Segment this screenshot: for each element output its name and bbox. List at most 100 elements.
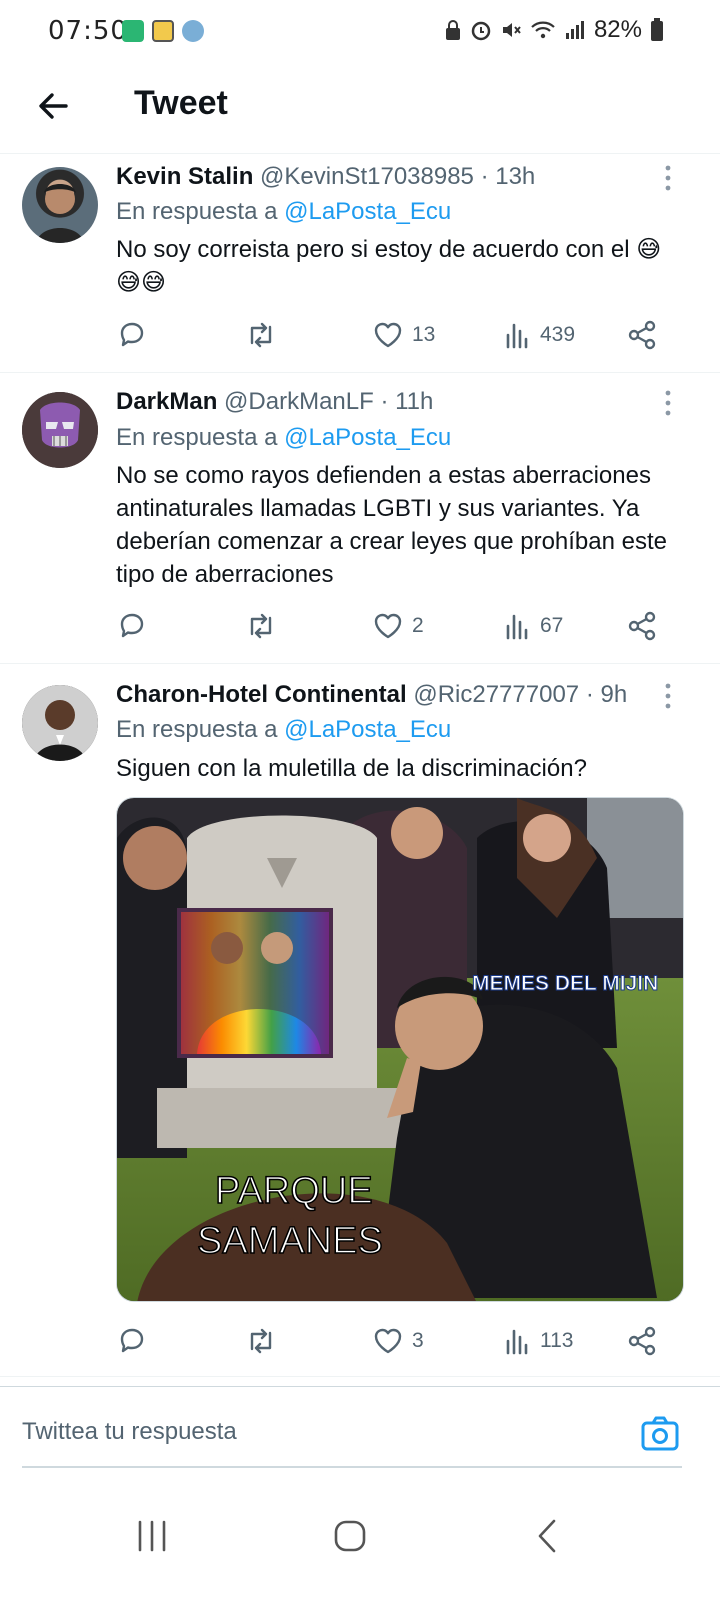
mute-icon	[502, 23, 521, 37]
battery-icon	[651, 18, 663, 41]
reply-to-link[interactable]: @LaPosta_Ecu	[284, 424, 451, 451]
alarm-icon	[471, 21, 491, 41]
reply-button[interactable]	[116, 1321, 148, 1361]
app-notification-icon	[122, 20, 144, 42]
share-icon	[628, 1326, 656, 1356]
meme-caption-line-1: PARQUE	[215, 1170, 373, 1212]
heart-icon	[374, 322, 402, 348]
like-button[interactable]: 3	[372, 1321, 424, 1361]
tweet-media-image[interactable]: MEMES DEL MIJIN PARQUE SAMANES	[116, 797, 684, 1302]
arrow-left-icon[interactable]	[32, 84, 76, 128]
tweet-header: Kevin Stalin @KevinSt17038985 · 13h	[116, 163, 660, 191]
reply-input[interactable]: Twittea tu respuesta	[22, 1418, 602, 1446]
drone-icon	[182, 20, 204, 42]
reply-context: En respuesta a @LaPosta_Ecu	[116, 716, 451, 744]
author-name[interactable]: Charon-Hotel Continental	[116, 681, 407, 708]
views-button[interactable]: 439	[504, 315, 575, 355]
heart-icon	[374, 613, 402, 639]
reply-context: En respuesta a @LaPosta_Ecu	[116, 424, 451, 452]
tweet-time: · 13h	[480, 163, 536, 190]
page-title: Tweet	[134, 84, 228, 122]
view-count: 113	[540, 1329, 574, 1352]
tweet-reply[interactable]: DarkMan @DarkManLF · 11h En respuesta a …	[0, 374, 720, 664]
lock-icon	[445, 20, 460, 40]
retweet-button[interactable]	[244, 1321, 278, 1361]
wifi-icon	[531, 21, 555, 39]
reply-to-link[interactable]: @LaPosta_Ecu	[284, 198, 451, 225]
tweet-text: No soy correista pero si estoy de acuerd…	[116, 236, 662, 296]
reply-to-link[interactable]: @LaPosta_Ecu	[284, 716, 451, 743]
status-right: 82%	[444, 16, 664, 44]
share-button[interactable]	[626, 1321, 658, 1361]
retweet-button[interactable]	[244, 315, 278, 355]
home-icon[interactable]	[320, 1506, 380, 1566]
views-button[interactable]: 113	[504, 1321, 573, 1361]
reply-prefix: En respuesta a	[116, 198, 278, 225]
author-handle[interactable]: @DarkManLF	[224, 388, 374, 415]
heart-icon	[374, 1328, 402, 1354]
reply-button[interactable]	[116, 315, 148, 355]
author-name[interactable]: DarkMan	[116, 388, 217, 415]
meme-caption-line-2: SAMANES	[197, 1220, 383, 1262]
reply-button[interactable]	[116, 606, 148, 646]
like-count: 3	[412, 1329, 424, 1352]
tweet-header: DarkMan @DarkManLF · 11h	[116, 388, 660, 416]
tweet-time: · 11h	[380, 388, 434, 415]
reply-icon	[120, 322, 144, 347]
battery-percent: 82%	[593, 16, 642, 43]
reply-composer: Twittea tu respuesta	[22, 1410, 682, 1468]
share-icon	[628, 320, 656, 350]
author-name[interactable]: Kevin Stalin	[116, 163, 253, 190]
like-button[interactable]: 13	[372, 315, 435, 355]
view-count: 439	[540, 323, 576, 346]
tweet-header: Charon-Hotel Continental @Ric27777007 · …	[116, 681, 660, 709]
tweet-actions: 2 67	[116, 606, 676, 646]
status-left-icons	[122, 20, 204, 42]
reply-icon	[120, 1328, 144, 1353]
views-button[interactable]: 67	[504, 606, 563, 646]
like-button[interactable]: 2	[372, 606, 424, 646]
view-count: 67	[540, 614, 564, 637]
share-button[interactable]	[626, 606, 658, 646]
avatar[interactable]	[22, 167, 98, 243]
top-app-bar: Tweet	[0, 64, 720, 154]
retweet-icon	[250, 613, 272, 639]
share-button[interactable]	[626, 315, 658, 355]
like-count: 2	[412, 614, 424, 637]
avatar[interactable]	[22, 392, 98, 468]
recents-icon[interactable]	[122, 1506, 182, 1566]
author-handle[interactable]: @Ric27777007	[413, 681, 579, 708]
share-icon	[628, 611, 656, 641]
tweet-time: · 9h	[585, 681, 628, 708]
more-options-icon[interactable]	[656, 388, 680, 418]
author-handle[interactable]: @KevinSt17038985	[260, 163, 474, 190]
views-icon	[506, 1329, 528, 1355]
tweet-actions: 13 439	[116, 315, 676, 355]
save-icon	[152, 20, 174, 42]
retweet-icon	[250, 322, 272, 348]
reply-icon	[120, 613, 144, 638]
system-nav-bar	[0, 1480, 720, 1600]
composer-divider	[0, 1386, 720, 1387]
retweet-icon	[250, 1328, 272, 1354]
meme-watermark: MEMES DEL MIJIN	[472, 972, 658, 995]
camera-icon[interactable]	[640, 1414, 680, 1454]
reply-prefix: En respuesta a	[116, 716, 278, 743]
more-options-icon[interactable]	[656, 163, 680, 193]
tweet-reply[interactable]: Kevin Stalin @KevinSt17038985 · 13h En r…	[0, 155, 720, 373]
reply-prefix: En respuesta a	[116, 424, 278, 451]
tweet-text: Siguen con la muletilla de la discrimina…	[116, 755, 587, 782]
more-options-icon[interactable]	[656, 681, 680, 711]
views-icon	[506, 614, 528, 640]
status-bar: 07:50 82%	[0, 0, 720, 64]
retweet-button[interactable]	[244, 606, 278, 646]
tweet-text: No se como rayos defienden a estas aberr…	[116, 462, 668, 588]
views-icon	[506, 323, 528, 349]
status-time: 07:50	[48, 16, 128, 46]
signal-icon	[565, 21, 584, 39]
reply-context: En respuesta a @LaPosta_Ecu	[116, 198, 451, 226]
tweet-actions: 3 113	[116, 1321, 676, 1361]
like-count: 13	[412, 323, 436, 346]
avatar[interactable]	[22, 685, 98, 761]
back-nav-icon[interactable]	[518, 1506, 578, 1566]
